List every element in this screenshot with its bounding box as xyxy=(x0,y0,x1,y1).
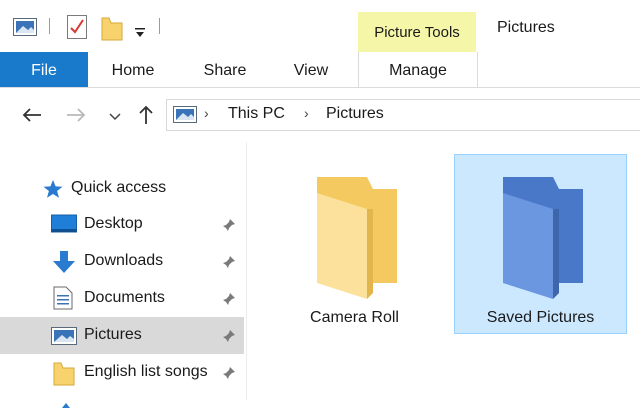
partial-nav-item-icon xyxy=(62,395,70,413)
folder-tile-saved-pictures[interactable]: Saved Pictures xyxy=(454,154,627,334)
back-button[interactable] xyxy=(20,102,44,128)
sidebar-item-pictures[interactable]: Pictures xyxy=(0,317,244,354)
properties-icon[interactable] xyxy=(67,15,87,44)
folder-icon xyxy=(53,360,75,391)
navigation-pane: Quick access Desktop Downloads Documents… xyxy=(0,142,246,408)
forward-button[interactable] xyxy=(64,102,88,128)
arrow-left-icon xyxy=(22,108,41,122)
recent-locations-button[interactable] xyxy=(103,102,127,128)
pin-icon[interactable] xyxy=(222,366,236,385)
arrow-up-icon xyxy=(139,105,153,124)
picture-tools-context-header: Picture Tools xyxy=(358,12,476,52)
sidebar-item-desktop[interactable]: Desktop xyxy=(0,206,244,243)
folder-label: Saved Pictures xyxy=(486,309,595,326)
sidebar-item-label: English list songs xyxy=(84,363,208,380)
sidebar-item-documents[interactable]: Documents xyxy=(0,280,244,317)
window-title: Pictures xyxy=(497,19,555,36)
folder-tile-camera-roll[interactable]: Camera Roll xyxy=(268,154,441,334)
folder-icon xyxy=(503,177,583,299)
sidebar-item-label: Pictures xyxy=(84,326,142,343)
document-icon xyxy=(53,286,73,315)
sidebar-item-downloads[interactable]: Downloads xyxy=(0,243,244,280)
tab-share[interactable]: Share xyxy=(188,52,262,87)
sidebar-item-label: Documents xyxy=(84,289,165,306)
folder-label: Camera Roll xyxy=(310,309,399,326)
sidebar-item-label: Downloads xyxy=(84,252,164,269)
quick-access-label[interactable]: Quick access xyxy=(71,179,166,197)
pictures-icon xyxy=(51,327,77,350)
tab-view[interactable]: View xyxy=(275,52,347,87)
address-bar[interactable]: › This PC › Pictures xyxy=(166,99,640,131)
quick-access-star-icon xyxy=(42,179,64,204)
breadcrumb-pictures[interactable]: Pictures xyxy=(326,105,384,123)
pin-icon[interactable] xyxy=(222,292,236,311)
new-folder-icon[interactable] xyxy=(101,15,123,46)
tab-file[interactable]: File xyxy=(0,52,88,87)
sidebar-item-english-list-songs[interactable]: English list songs xyxy=(0,354,244,391)
file-view: Camera Roll Saved Pictures xyxy=(247,142,640,400)
pin-icon[interactable] xyxy=(222,329,236,348)
window-pictures-icon[interactable] xyxy=(13,18,37,41)
desktop-icon xyxy=(51,214,77,239)
breadcrumb-this-pc[interactable]: This PC xyxy=(228,105,285,123)
pin-icon[interactable] xyxy=(222,218,236,237)
sidebar-item-label: Desktop xyxy=(84,215,143,232)
download-arrow-icon xyxy=(51,251,77,280)
tab-home[interactable]: Home xyxy=(96,52,170,87)
up-button[interactable] xyxy=(134,102,158,128)
breadcrumb-chevron-icon[interactable]: › xyxy=(204,105,209,121)
arrow-right-icon xyxy=(67,108,86,122)
ribbon-tabs: File Home Share View Manage xyxy=(0,52,640,88)
navigation-bar: › This PC › Pictures xyxy=(0,88,640,142)
chevron-down-icon xyxy=(109,113,121,121)
qat-separator xyxy=(159,18,160,34)
customize-qat-dropdown-icon[interactable] xyxy=(134,25,146,43)
address-pictures-icon xyxy=(173,106,197,128)
breadcrumb-chevron-icon[interactable]: › xyxy=(304,105,309,121)
title-bar: Picture Tools Pictures xyxy=(0,0,640,52)
tab-manage[interactable]: Manage xyxy=(358,52,478,87)
pin-icon[interactable] xyxy=(222,255,236,274)
folder-icon xyxy=(317,177,397,299)
qat-separator xyxy=(49,18,50,34)
